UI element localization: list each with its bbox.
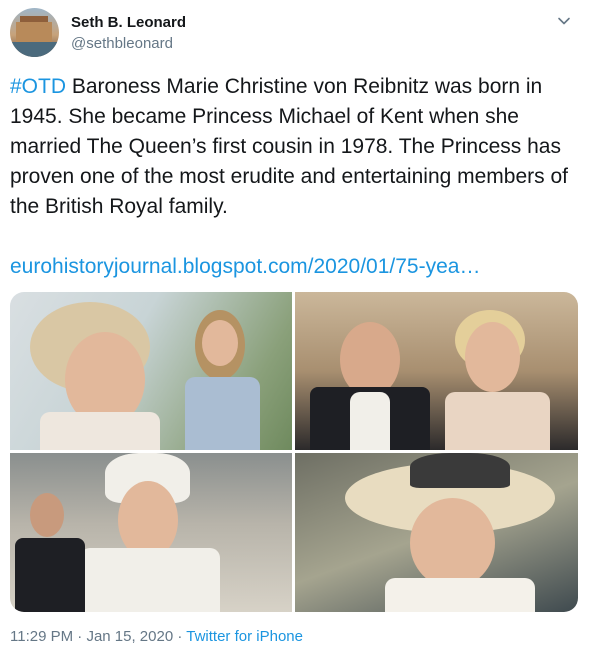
photo-3[interactable] xyxy=(10,453,292,612)
avatar-water xyxy=(10,42,59,57)
media-grid xyxy=(10,292,578,612)
author-name[interactable]: Seth B. Leonard xyxy=(71,14,186,31)
tweet-footer: 11:29 PM · Jan 15, 2020 · Twitter for iP… xyxy=(10,628,303,645)
tweet-text: #OTD Baroness Marie Christine von Reibni… xyxy=(10,72,575,222)
author-handle[interactable]: @sethbleonard xyxy=(71,35,173,52)
separator: · xyxy=(73,628,87,645)
tweet-time[interactable]: 11:29 PM xyxy=(10,628,73,645)
separator: · xyxy=(173,628,187,645)
tweet-body: Baroness Marie Christine von Reibnitz wa… xyxy=(10,75,568,218)
tweet-header: Seth B. Leonard @sethbleonard xyxy=(10,8,579,58)
tweet-url-link[interactable]: eurohistoryjournal.blogspot.com/2020/01/… xyxy=(10,255,480,279)
photo-2[interactable] xyxy=(295,292,578,450)
avatar-building xyxy=(16,22,52,44)
chevron-down-icon[interactable] xyxy=(557,14,571,28)
photo-4[interactable] xyxy=(295,453,578,612)
photo-1[interactable] xyxy=(10,292,292,450)
tweet-date[interactable]: Jan 15, 2020 xyxy=(86,628,173,645)
hashtag-link[interactable]: #OTD xyxy=(10,75,66,98)
avatar[interactable] xyxy=(10,8,59,57)
tweet-source-link[interactable]: Twitter for iPhone xyxy=(186,628,303,645)
